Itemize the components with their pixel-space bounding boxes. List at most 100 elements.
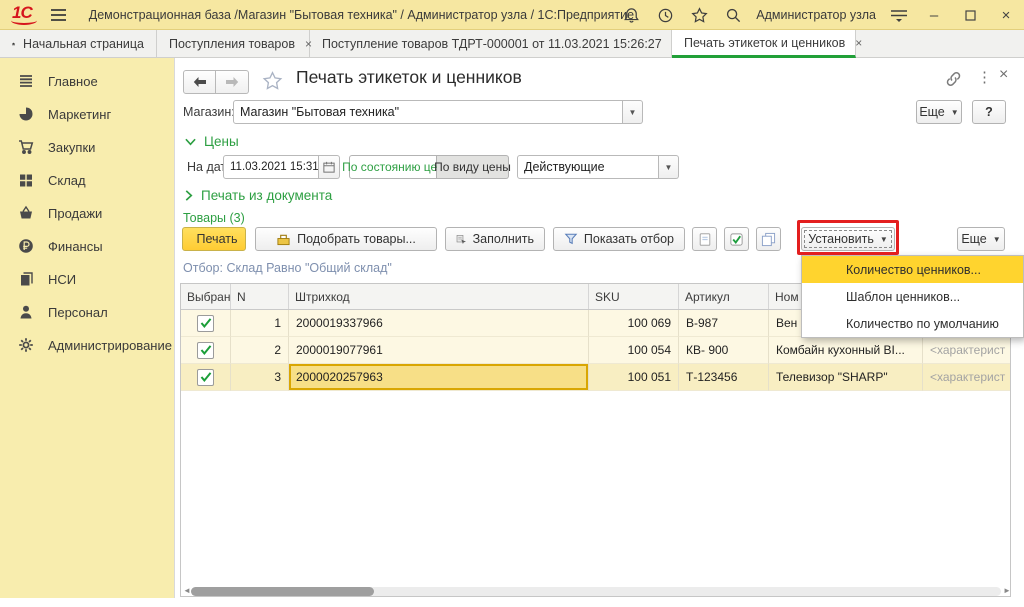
form-print-labels: Печать этикеток и ценников ⋮ × Магазин: … <box>175 58 1024 607</box>
n-cell[interactable]: 3 <box>231 364 289 391</box>
calendar-icon[interactable] <box>319 155 340 179</box>
sidebar-item-label: Продажи <box>48 206 102 221</box>
close-form-icon[interactable]: × <box>999 66 1008 84</box>
copy-icon-button[interactable] <box>756 227 781 251</box>
tab-goods-receipts[interactable]: Поступления товаров × <box>157 30 310 58</box>
sidebar-item-personnel[interactable]: Персонал <box>0 297 175 327</box>
menu-item-price-tag-quantity[interactable]: Количество ценников... <box>802 256 1023 283</box>
article-cell[interactable]: Т-123456 <box>679 364 769 391</box>
button-label: Печать <box>197 232 238 246</box>
scroll-left-icon[interactable]: ◄ <box>183 586 191 595</box>
menu-item-price-tag-template[interactable]: Шаблон ценников... <box>802 283 1023 310</box>
checkbox-checked-icon[interactable] <box>197 342 214 359</box>
table-row-current[interactable]: 3 2000020257963 100 051 Т-123456 Телевиз… <box>181 364 1010 391</box>
sku-cell[interactable]: 100 051 <box>589 364 679 391</box>
barcode-cell[interactable]: 2000019077961 <box>289 337 589 364</box>
basket-icon <box>18 205 35 221</box>
segment-by-price-kind[interactable]: По виду цены <box>437 155 509 179</box>
nomenclature-cell[interactable]: Телевизор "SHARP" <box>769 364 923 391</box>
chevron-expanded-icon <box>185 138 196 146</box>
price-state-dropdown-icon[interactable]: ▼ <box>659 155 679 179</box>
search-icon[interactable] <box>716 0 750 30</box>
set-button[interactable]: Установить▼ <box>801 227 895 251</box>
tab-home[interactable]: Начальная страница <box>0 30 157 58</box>
print-button[interactable]: Печать <box>182 227 246 251</box>
column-header-barcode[interactable]: Штрихкод <box>289 284 589 309</box>
sidebar-item-warehouse[interactable]: Склад <box>0 165 175 195</box>
sidebar-item-nsi[interactable]: НСИ <box>0 264 175 294</box>
n-cell[interactable]: 2 <box>231 337 289 364</box>
copy-icon <box>761 232 776 247</box>
more-label: Еще <box>919 105 944 119</box>
store-input[interactable]: Магазин "Бытовая техника" <box>233 100 623 124</box>
notifications-icon[interactable] <box>614 0 648 30</box>
date-input[interactable]: 11.03.2021 15:31:37 <box>223 155 319 179</box>
maximize-button[interactable] <box>952 0 988 30</box>
article-cell[interactable]: КВ- 900 <box>679 337 769 364</box>
user-menu-icon[interactable] <box>882 0 916 30</box>
1c-logo: 1С <box>12 3 32 26</box>
fill-button[interactable]: Заполнить <box>445 227 545 251</box>
filter-description: Отбор: Склад Равно "Общий склад" <box>183 261 392 275</box>
sidebar-item-finance[interactable]: Финансы <box>0 231 175 261</box>
column-header-checked[interactable]: Выбран <box>181 284 231 309</box>
sidebar-item-purchases[interactable]: Закупки <box>0 132 175 162</box>
sidebar-item-marketing[interactable]: Маркетинг <box>0 99 175 129</box>
barcode-cell-selected[interactable]: 2000020257963 <box>289 364 589 391</box>
tab-label: Поступление товаров ТДРТ-000001 от 11.03… <box>322 37 662 51</box>
prices-section-header[interactable]: Цены <box>185 134 239 149</box>
column-header-article[interactable]: Артикул <box>679 284 769 309</box>
current-user[interactable]: Администратор узла <box>756 8 876 22</box>
article-cell[interactable]: В-987 <box>679 310 769 337</box>
column-header-n[interactable]: N <box>231 284 289 309</box>
nav-buttons <box>183 70 249 94</box>
toolbar-more-button[interactable]: Еще▼ <box>957 227 1005 251</box>
nomenclature-cell[interactable]: Комбайн кухонный BI... <box>769 337 923 364</box>
main-menu-icon[interactable] <box>50 8 67 22</box>
tab-close-icon[interactable]: × <box>855 36 862 50</box>
sidebar-item-main[interactable]: Главное <box>0 66 175 96</box>
document-icon-button[interactable] <box>692 227 717 251</box>
get-link-icon[interactable] <box>945 71 962 87</box>
form-more-button[interactable]: Еще▼ <box>916 100 962 124</box>
sidebar-item-label: Закупки <box>48 140 95 155</box>
segment-by-price-state[interactable]: По состоянию цен <box>349 155 437 179</box>
n-cell[interactable]: 1 <box>231 310 289 337</box>
sidebar-item-label: НСИ <box>48 272 76 287</box>
table-row[interactable]: 2 2000019077961 100 054 КВ- 900 Комбайн … <box>181 337 1010 364</box>
store-dropdown-icon[interactable]: ▼ <box>623 100 643 124</box>
sidebar-item-administration[interactable]: Администрирование <box>0 330 175 360</box>
column-header-sku[interactable]: SKU <box>589 284 679 309</box>
price-state-select[interactable]: Действующие <box>517 155 659 179</box>
barcode-cell[interactable]: 2000019337966 <box>289 310 589 337</box>
tab-print-labels[interactable]: Печать этикеток и ценников × <box>672 30 856 58</box>
print-from-doc-section-header[interactable]: Печать из документа <box>185 188 332 203</box>
characteristic-cell[interactable]: <характерист <box>923 364 1010 391</box>
scroll-right-icon[interactable]: ► <box>1003 586 1011 595</box>
chevron-down-icon: ▼ <box>880 235 888 244</box>
checkbox-checked-icon[interactable] <box>197 369 214 386</box>
kebab-menu-icon[interactable]: ⋮ <box>977 68 992 86</box>
characteristic-cell[interactable]: <характерист <box>923 337 1010 364</box>
checkbox-icon-button[interactable] <box>724 227 749 251</box>
tab-goods-receipt-doc[interactable]: Поступление товаров ТДРТ-000001 от 11.03… <box>310 30 672 58</box>
chevron-collapsed-icon <box>185 190 193 201</box>
close-window-button[interactable]: × <box>988 0 1024 30</box>
horizontal-scrollbar[interactable] <box>191 587 1001 596</box>
minimize-button[interactable]: – <box>916 0 952 30</box>
scrollbar-thumb[interactable] <box>191 587 374 596</box>
show-filter-button[interactable]: Показать отбор <box>553 227 685 251</box>
sku-cell[interactable]: 100 054 <box>589 337 679 364</box>
checkbox-checked-icon[interactable] <box>197 315 214 332</box>
sku-cell[interactable]: 100 069 <box>589 310 679 337</box>
favorites-icon[interactable] <box>682 0 716 30</box>
forward-button[interactable] <box>216 70 249 94</box>
history-icon[interactable] <box>648 0 682 30</box>
help-button[interactable]: ? <box>972 100 1006 124</box>
menu-item-default-quantity[interactable]: Количество по умолчанию <box>802 310 1023 337</box>
favorite-star-icon[interactable] <box>262 71 283 91</box>
pick-goods-button[interactable]: Подобрать товары... <box>255 227 437 251</box>
back-button[interactable] <box>183 70 216 94</box>
section-label: Печать из документа <box>201 188 332 203</box>
sidebar-item-sales[interactable]: Продажи <box>0 198 175 228</box>
